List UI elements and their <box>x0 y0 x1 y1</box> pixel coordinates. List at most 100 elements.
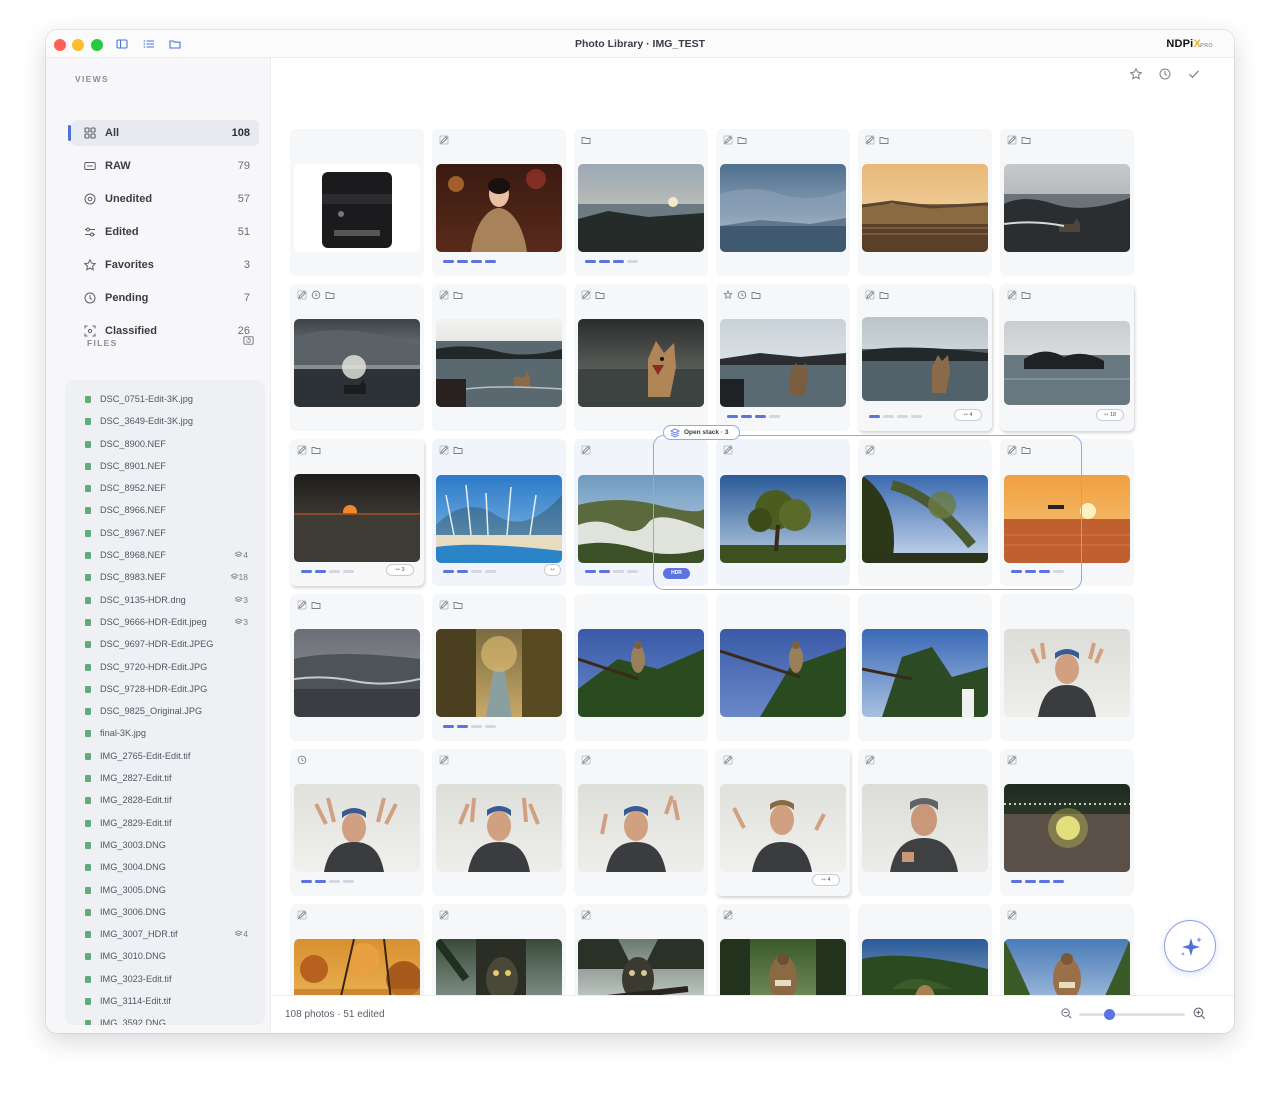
photo-card[interactable] <box>716 594 850 741</box>
edit-icon[interactable] <box>297 910 307 920</box>
edit-icon[interactable] <box>581 445 591 455</box>
sidebar-view-raw[interactable]: RAW 79 <box>71 153 259 179</box>
edit-icon[interactable] <box>865 755 875 765</box>
edit-icon[interactable] <box>297 600 307 610</box>
folder-icon[interactable] <box>1021 445 1031 455</box>
folder-icon[interactable] <box>879 290 889 300</box>
file-item[interactable]: DSC_9728-HDR-Edit.JPG <box>65 678 265 700</box>
photo-thumbnail[interactable] <box>862 629 988 717</box>
photo-card[interactable] <box>290 749 424 896</box>
refresh-files-icon[interactable] <box>242 334 255 347</box>
edit-icon[interactable] <box>439 290 449 300</box>
edit-icon[interactable] <box>1007 135 1017 145</box>
edit-icon[interactable] <box>723 135 733 145</box>
photo-card[interactable]: ⇿ 4 <box>858 284 992 431</box>
edit-icon[interactable] <box>1007 755 1017 765</box>
photo-thumbnail[interactable] <box>294 474 420 562</box>
file-item[interactable]: IMG_3005.DNG <box>65 879 265 901</box>
photo-card[interactable] <box>574 749 708 896</box>
sidebar-view-all[interactable]: All 108 <box>68 120 259 146</box>
file-item[interactable]: DSC_9697-HDR-Edit.JPEG <box>65 633 265 655</box>
photo-card[interactable] <box>574 904 708 1004</box>
stack-count-badge[interactable]: ⇿ 3 <box>386 564 414 576</box>
edit-icon[interactable] <box>723 445 733 455</box>
photo-card[interactable] <box>290 284 424 431</box>
file-item[interactable]: DSC_8967.NEF <box>65 522 265 544</box>
folder-icon[interactable] <box>453 290 463 300</box>
photo-card[interactable]: ⇿ 4 <box>716 749 850 896</box>
photo-card[interactable] <box>432 129 566 276</box>
clock-icon[interactable] <box>311 290 321 300</box>
photo-thumbnail[interactable] <box>720 319 846 407</box>
photo-card[interactable] <box>432 284 566 431</box>
photo-card[interactable] <box>574 439 708 586</box>
photo-thumbnail[interactable] <box>720 475 846 563</box>
photo-thumbnail[interactable] <box>862 475 988 563</box>
photo-thumbnail[interactable] <box>578 784 704 872</box>
folder-icon[interactable] <box>1021 290 1031 300</box>
photo-thumbnail[interactable] <box>862 784 988 872</box>
file-item[interactable]: IMG_2765-Edit-Edit.tif <box>65 745 265 767</box>
edit-icon[interactable] <box>865 135 875 145</box>
photo-thumbnail[interactable] <box>1004 475 1130 563</box>
photo-thumbnail[interactable] <box>862 164 988 252</box>
photo-thumbnail[interactable] <box>294 319 420 407</box>
photo-thumbnail[interactable] <box>294 164 420 252</box>
photo-card[interactable] <box>716 129 850 276</box>
file-item[interactable]: DSC_8901.NEF <box>65 455 265 477</box>
file-item[interactable]: IMG_3007_HDR.tif 4 <box>65 923 265 945</box>
file-item[interactable]: DSC_0751-Edit-3K.jpg <box>65 388 265 410</box>
photo-card[interactable] <box>858 749 992 896</box>
edit-icon[interactable] <box>439 910 449 920</box>
file-item[interactable]: DSC_9720-HDR-Edit.JPG <box>65 656 265 678</box>
stack-count-badge[interactable]: ⇿ 4 <box>812 874 840 886</box>
file-item[interactable]: DSC_9135-HDR.dng 3 <box>65 589 265 611</box>
photo-thumbnail[interactable] <box>436 319 562 407</box>
zoom-slider[interactable] <box>1079 1009 1185 1020</box>
edit-icon[interactable] <box>581 290 591 300</box>
photo-card[interactable] <box>858 594 992 741</box>
file-item[interactable]: DSC_3649-Edit-3K.jpg <box>65 410 265 432</box>
file-item[interactable]: IMG_2829-Edit.tif <box>65 812 265 834</box>
photo-thumbnail[interactable] <box>436 475 562 563</box>
photo-thumbnail[interactable] <box>720 629 846 717</box>
photo-card[interactable] <box>290 129 424 276</box>
file-item[interactable]: IMG_2828-Edit.tif <box>65 789 265 811</box>
photo-card[interactable] <box>574 129 708 276</box>
select-check-icon[interactable] <box>1187 67 1201 81</box>
edit-icon[interactable] <box>1007 910 1017 920</box>
photo-card[interactable] <box>432 749 566 896</box>
file-item[interactable]: IMG_2827-Edit.tif <box>65 767 265 789</box>
ai-assistant-button[interactable] <box>1164 920 1216 972</box>
photo-thumbnail[interactable] <box>1004 784 1130 872</box>
photo-thumbnail[interactable] <box>578 319 704 407</box>
edit-icon[interactable] <box>865 290 875 300</box>
file-item[interactable]: DSC_9666-HDR-Edit.jpeg 3 <box>65 611 265 633</box>
folder-icon[interactable] <box>595 290 605 300</box>
file-item[interactable]: IMG_3114-Edit.tif <box>65 990 265 1012</box>
photo-card[interactable] <box>574 594 708 741</box>
sidebar-view-pending[interactable]: Pending 7 <box>71 285 259 311</box>
photo-card[interactable] <box>716 904 850 1004</box>
edit-icon[interactable] <box>439 445 449 455</box>
edit-icon[interactable] <box>581 910 591 920</box>
photo-thumbnail[interactable] <box>294 629 420 717</box>
sidebar-view-favorites[interactable]: Favorites 3 <box>71 252 259 278</box>
edit-icon[interactable] <box>439 135 449 145</box>
photo-card[interactable] <box>1000 594 1134 741</box>
photo-thumbnail[interactable] <box>436 629 562 717</box>
photo-thumbnail[interactable] <box>436 784 562 872</box>
photo-card[interactable] <box>1000 439 1134 586</box>
photo-thumbnail[interactable] <box>862 317 988 401</box>
sidebar-view-unedited[interactable]: Unedited 57 <box>71 186 259 212</box>
photo-thumbnail[interactable] <box>578 629 704 717</box>
photo-card[interactable] <box>858 904 992 1004</box>
file-item[interactable]: IMG_3023-Edit.tif <box>65 968 265 990</box>
edit-icon[interactable] <box>439 600 449 610</box>
photo-card[interactable] <box>1000 129 1134 276</box>
photo-card[interactable] <box>858 129 992 276</box>
edit-icon[interactable] <box>723 755 733 765</box>
folder-icon[interactable] <box>325 290 335 300</box>
file-item[interactable]: IMG_3592.DNG <box>65 1012 265 1025</box>
photo-card[interactable] <box>1000 749 1134 896</box>
